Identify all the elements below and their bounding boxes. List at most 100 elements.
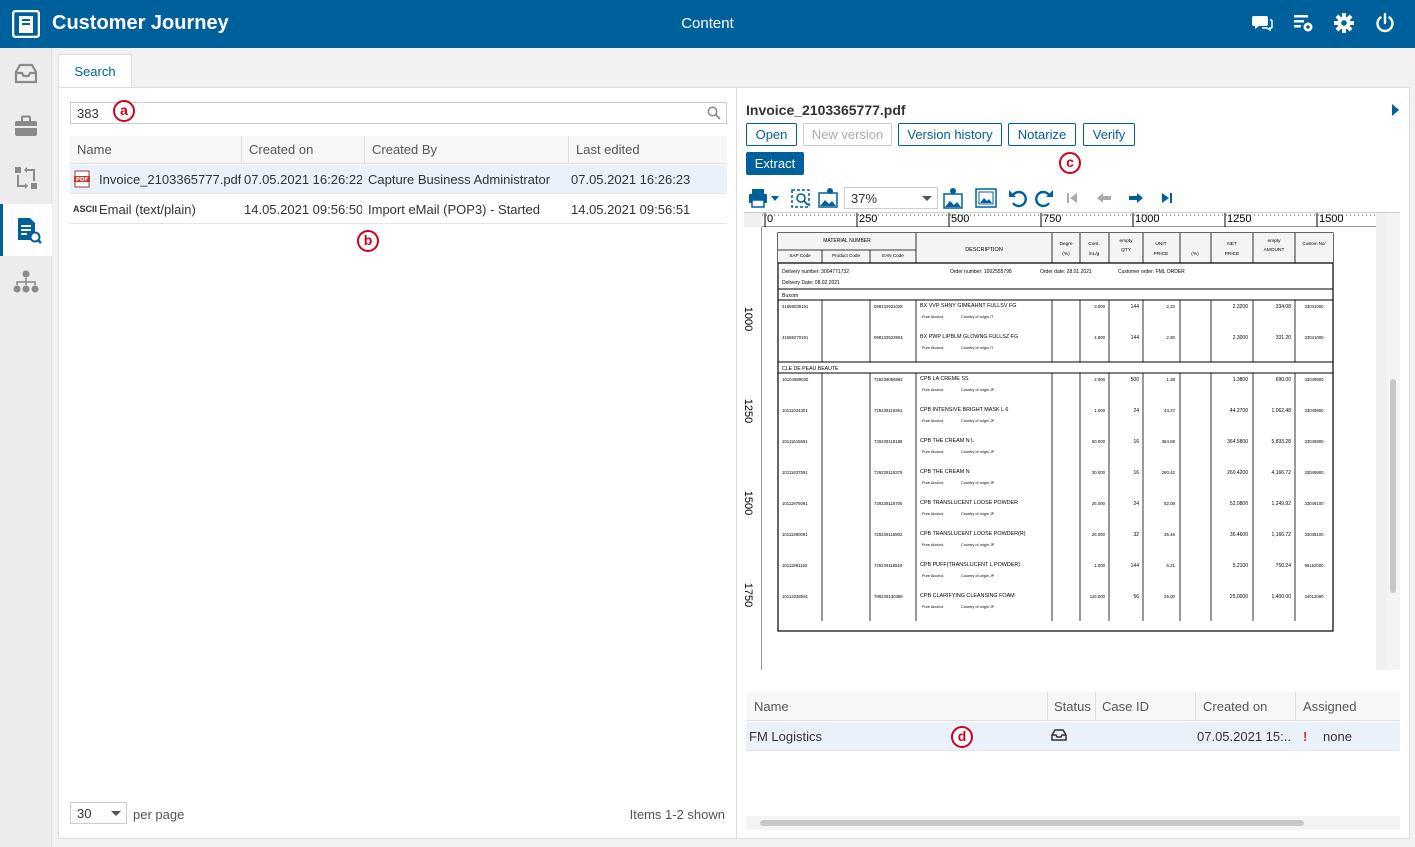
cell-assigned: none xyxy=(1323,729,1352,744)
zoom-select[interactable]: 37% xyxy=(844,187,938,209)
power-icon[interactable] xyxy=(1374,12,1396,34)
column-header-created-on[interactable]: Created on xyxy=(1195,692,1295,721)
sidebar-item-organization[interactable] xyxy=(0,256,52,308)
cell-ean: 098132523904 xyxy=(874,335,903,340)
cell-note: Country of origin IT xyxy=(961,315,994,319)
table-row[interactable]: FM Logistics 07.05.2021 15:... ! none xyxy=(746,722,1400,751)
column-header-created-on[interactable]: Created on xyxy=(241,136,359,164)
cell-qty: 56 xyxy=(1133,594,1139,600)
image-settings-icon[interactable] xyxy=(942,186,964,210)
search-icon[interactable] xyxy=(707,106,721,120)
tab-search[interactable]: Search xyxy=(58,54,132,88)
results-table-header: Name Created on Created By Last edited xyxy=(70,136,727,164)
cell-sap: 10104689030 xyxy=(782,377,809,382)
scrollbar-thumb[interactable] xyxy=(760,820,1304,826)
gear-icon[interactable] xyxy=(1333,12,1355,34)
header-label: UNIT xyxy=(1155,241,1166,247)
image-zoom-icon[interactable] xyxy=(817,186,839,210)
cell-unit: 52.08 xyxy=(1164,501,1176,506)
sidebar-item-cases[interactable] xyxy=(0,100,52,152)
print-icon[interactable] xyxy=(748,186,782,210)
ruler-label: 750 xyxy=(1043,213,1062,225)
first-page-icon[interactable] xyxy=(1063,186,1081,210)
cell-net: 25.0000 xyxy=(1230,594,1248,600)
document-search-icon xyxy=(17,218,42,244)
column-header-status[interactable]: Status xyxy=(1047,692,1095,721)
cell-description: CPB CLARIFYING CLEANSING FOAM xyxy=(920,593,1015,599)
cell-note: Country of origin JP xyxy=(961,512,995,516)
workflow-arrows-icon xyxy=(15,167,37,189)
per-page-select[interactable]: 30 xyxy=(70,802,127,824)
horizontal-scrollbar[interactable] xyxy=(746,816,1400,830)
cell-net: 364.5800 xyxy=(1227,439,1248,445)
rotate-right-icon[interactable] xyxy=(1033,186,1055,210)
cell-amount: 1,249.92 xyxy=(1272,501,1292,507)
annotation-marker-a: a xyxy=(113,100,135,122)
search-input[interactable] xyxy=(71,103,691,123)
version-history-button[interactable]: Version history xyxy=(898,123,1002,146)
sidebar-item-workflow[interactable] xyxy=(0,152,52,204)
cell-amount: 750.24 xyxy=(1276,563,1292,569)
extract-button[interactable]: Extract xyxy=(746,152,804,175)
viewer-vertical-scrollbar[interactable] xyxy=(1386,213,1400,670)
previous-page-icon[interactable] xyxy=(1094,186,1114,210)
cell-note: Country of origin JP xyxy=(961,574,995,578)
cell-qty: 24 xyxy=(1133,501,1139,507)
cell-ean: 729239118706 xyxy=(874,501,903,506)
cell-cont: 3.000 xyxy=(1094,304,1105,309)
app-logo-icon[interactable] xyxy=(12,10,40,38)
cell-custom: 33049900 xyxy=(1304,377,1324,382)
column-header-name[interactable]: Name xyxy=(77,136,237,164)
app-header: Customer Journey Content xyxy=(0,0,1415,48)
column-header-case-id[interactable]: Case ID xyxy=(1095,692,1195,721)
document-viewer[interactable]: 0 250 500 750 1000 1250 1500 1000 1250 1… xyxy=(744,212,1400,670)
zoom-value: 37% xyxy=(851,191,878,206)
fit-page-icon[interactable] xyxy=(975,186,997,210)
column-header-last-edited[interactable]: Last edited xyxy=(568,136,718,164)
cell-custom: 96162000 xyxy=(1304,563,1324,568)
header-label: PRICE xyxy=(1225,251,1240,257)
cell-qty: 16 xyxy=(1133,439,1139,445)
scrollbar-thumb[interactable] xyxy=(1390,379,1396,593)
column-header-assigned[interactable]: Assigned xyxy=(1295,692,1395,721)
cell-sap: 10111975091 xyxy=(782,501,808,506)
cell-note: Pure Alcohol xyxy=(922,419,943,423)
cell-unit: 36.46 xyxy=(1164,532,1176,537)
last-page-icon[interactable] xyxy=(1158,186,1176,210)
notarize-button[interactable]: Notarize xyxy=(1008,123,1076,146)
new-version-button[interactable]: New version xyxy=(803,123,892,146)
invoice-table: MATERIAL NUMBER SAP Code Product Code EAN C… xyxy=(777,232,1334,632)
cell-description: CPB LA CREME SS xyxy=(920,376,969,382)
collapse-pane-icon[interactable] xyxy=(1392,104,1399,116)
header-label: Product Code xyxy=(832,253,861,258)
header-label: DESCRIPTION xyxy=(965,247,1003,253)
rotate-left-icon[interactable] xyxy=(1007,186,1029,210)
table-row[interactable]: PDF Invoice_2103365777.pdf 07.05.2021 16… xyxy=(70,165,727,194)
cell-last-edited: 14.05.2021 09:56:51 xyxy=(571,202,691,217)
document-title: Invoice_2103365777.pdf xyxy=(746,102,906,118)
sidebar-item-inbox[interactable] xyxy=(0,48,52,100)
ruler-label: 1500 xyxy=(744,490,755,516)
cell-note: Pure Alcohol xyxy=(922,388,943,392)
order-number: Order number: 1002555798 xyxy=(950,269,1012,275)
table-row[interactable]: ASCII Email (text/plain) 14.05.2021 09:5… xyxy=(70,195,727,224)
zoom-area-icon[interactable] xyxy=(790,186,812,210)
delivery-number: Delivery number: 3004771732 xyxy=(782,269,849,275)
cell-ean: 729239118188 xyxy=(874,439,903,444)
verify-button[interactable]: Verify xyxy=(1083,123,1135,146)
header-label: mL/g xyxy=(1089,251,1100,257)
cell-sap: 10111034301 xyxy=(782,408,808,413)
sidebar-item-content[interactable] xyxy=(0,204,52,256)
case-table-header: Name Status Case ID Created on Assigned xyxy=(746,692,1400,721)
open-button[interactable]: Open xyxy=(746,123,797,146)
next-page-icon[interactable] xyxy=(1126,186,1146,210)
cell-description: CPB THE CREAM N L xyxy=(920,438,974,444)
document-pane: Invoice_2103365777.pdf Open New version … xyxy=(737,88,1409,838)
settings-list-icon[interactable] xyxy=(1292,12,1314,34)
column-header-name[interactable]: Name xyxy=(754,692,1044,721)
chat-icon[interactable] xyxy=(1251,12,1273,34)
cell-cont: 2.000 xyxy=(1094,377,1105,382)
column-header-created-by[interactable]: Created By xyxy=(364,136,564,164)
ruler-ticks xyxy=(762,213,1376,227)
horizontal-ruler: 0 250 500 750 1000 1250 1500 xyxy=(762,213,1376,227)
